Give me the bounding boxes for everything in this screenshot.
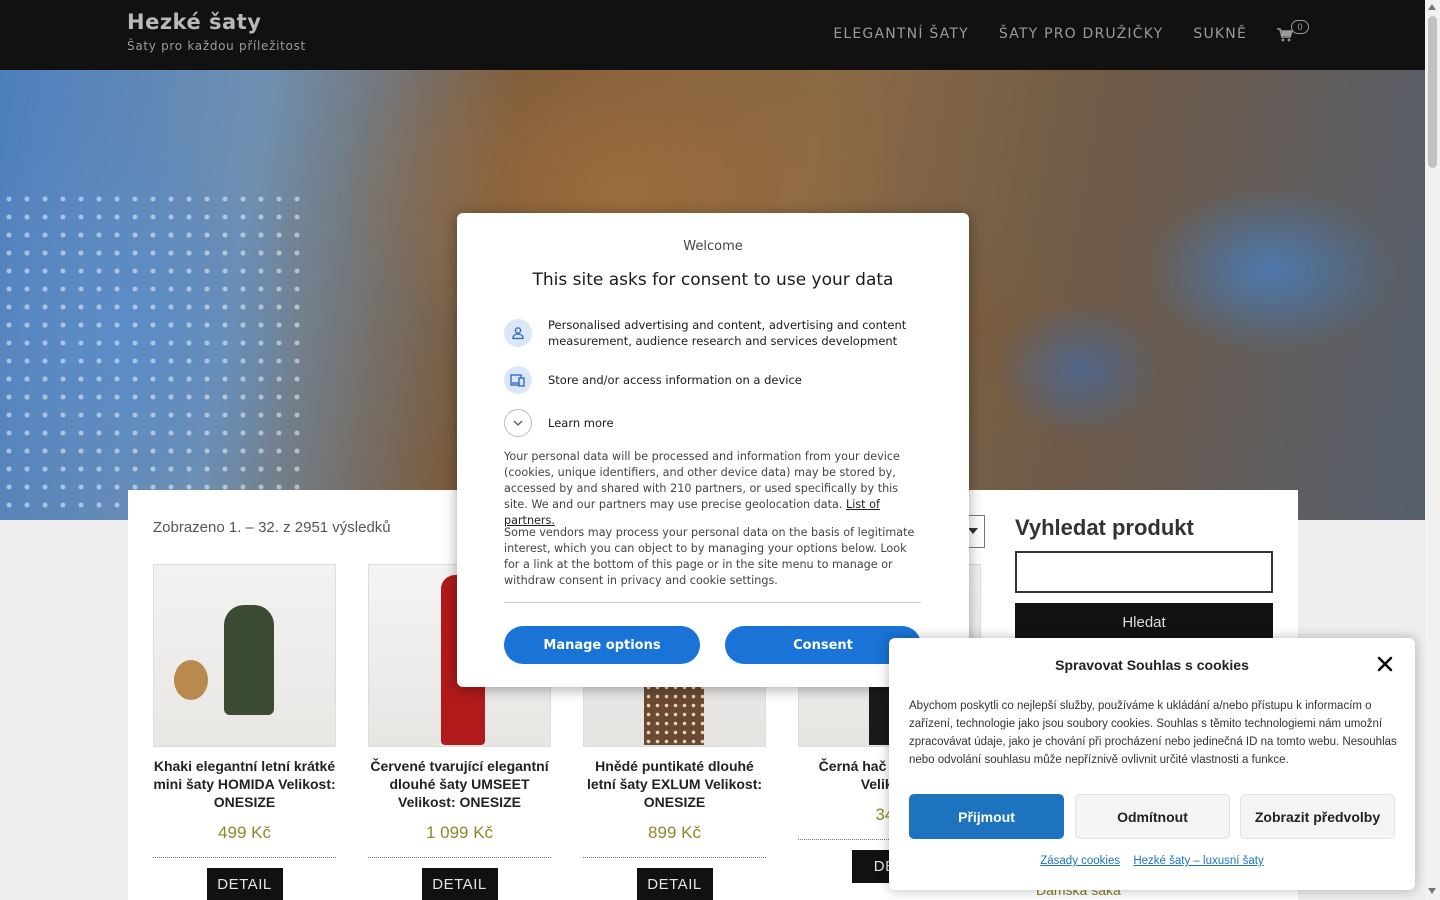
scrollbar-thumb[interactable] xyxy=(1428,16,1437,168)
consent-dialog: Welcome This site asks for consent to us… xyxy=(457,213,969,687)
product-name[interactable]: Khaki elegantní letní krátké mini šaty H… xyxy=(153,757,336,811)
cookie-panel-links: Zásady cookies Hezké šaty – luxusní šaty xyxy=(889,855,1415,867)
cart-button[interactable]: 0 xyxy=(1277,20,1309,44)
detail-button[interactable]: DETAIL xyxy=(206,868,283,900)
site-link[interactable]: Hezké šaty – luxusní šaty xyxy=(1133,855,1263,867)
accept-cookies-button[interactable]: Přijmout xyxy=(909,794,1064,839)
search-widget-title: Vyhledat produkt xyxy=(1015,515,1194,540)
product-image[interactable] xyxy=(153,564,336,747)
nav-skirts[interactable]: SUKNĚ xyxy=(1193,26,1247,42)
purpose-personalised-ads: Personalised advertising and content, ad… xyxy=(504,317,918,349)
purpose-text: Store and/or access information on a dev… xyxy=(548,373,802,387)
divider xyxy=(153,857,336,858)
result-count: Zobrazeno 1. – 32. z 2951 výsledků xyxy=(153,519,391,536)
product-price: 1 099 Kč xyxy=(425,823,494,842)
reject-cookies-button[interactable]: Odmítnout xyxy=(1075,794,1230,839)
close-icon[interactable] xyxy=(1376,655,1394,673)
cookie-consent-panel: Spravovat Souhlas s cookies Abychom posk… xyxy=(889,638,1415,890)
manage-options-button[interactable]: Manage options xyxy=(504,626,700,664)
learn-more-toggle[interactable]: Learn more xyxy=(504,409,918,437)
person-icon xyxy=(504,319,532,347)
cart-count-badge: 0 xyxy=(1291,20,1309,34)
scroll-up-arrow-icon[interactable] xyxy=(1428,4,1436,10)
product-name[interactable]: Hnědé puntikaté dlouhé letní šaty EXLUM … xyxy=(583,757,766,811)
main-nav: ELEGANTNÍ ŠATY ŠATY PRO DRUŽIČKY SUKNĚ 0 xyxy=(803,20,1309,44)
detail-button[interactable]: DETAIL xyxy=(421,868,498,900)
hero-dress-pattern xyxy=(0,190,300,520)
divider xyxy=(504,602,921,603)
shopping-cart-icon xyxy=(1277,28,1293,42)
site-header: Hezké šaty Šaty pro každou příležitost E… xyxy=(0,0,1425,70)
chevron-down-icon xyxy=(968,528,978,534)
purpose-store-access: Store and/or access information on a dev… xyxy=(504,366,918,394)
dialog-paragraph-legitimate-interest: Some vendors may process your personal d… xyxy=(504,526,915,587)
site-tagline: Šaty pro každou příležitost xyxy=(127,39,306,53)
page-scrollbar[interactable] xyxy=(1425,0,1440,900)
nav-elegant-dresses[interactable]: ELEGANTNÍ ŠATY xyxy=(833,26,969,42)
product-search-input[interactable] xyxy=(1015,551,1273,593)
learn-more-label[interactable]: Learn more xyxy=(548,415,918,431)
dialog-welcome: Welcome xyxy=(683,239,743,254)
product-name[interactable]: Červené tvarující elegantní dlouhé šaty … xyxy=(368,757,551,811)
dialog-title: This site asks for consent to use your d… xyxy=(532,270,894,290)
search-button[interactable]: Hledat xyxy=(1015,603,1273,641)
product-card[interactable]: Khaki elegantní letní krátké mini šaty H… xyxy=(153,564,336,900)
product-price: 499 Kč xyxy=(218,823,271,842)
purpose-text: Personalised advertising and content, ad… xyxy=(548,318,907,348)
scroll-down-arrow-icon[interactable] xyxy=(1428,888,1436,894)
divider xyxy=(583,857,766,858)
cookie-panel-title: Spravovat Souhlas s cookies xyxy=(1055,657,1249,673)
nav-bridesmaid-dresses[interactable]: ŠATY PRO DRUŽIČKY xyxy=(999,26,1163,42)
divider xyxy=(368,857,551,858)
chevron-down-icon[interactable] xyxy=(504,409,532,437)
product-price: 899 Kč xyxy=(648,823,701,842)
cookie-panel-text: Abychom poskytli co nejlepší služby, pou… xyxy=(909,700,1397,766)
devices-icon xyxy=(504,366,532,394)
site-title[interactable]: Hezké šaty xyxy=(127,10,261,34)
dialog-paragraph: Your personal data will be processed and… xyxy=(504,449,922,529)
cookie-policy-link[interactable]: Zásady cookies xyxy=(1040,855,1120,867)
detail-button[interactable]: DETAIL xyxy=(636,868,713,900)
view-preferences-button[interactable]: Zobrazit předvolby xyxy=(1240,794,1395,839)
dialog-paragraph-text: Your personal data will be processed and… xyxy=(504,450,900,511)
